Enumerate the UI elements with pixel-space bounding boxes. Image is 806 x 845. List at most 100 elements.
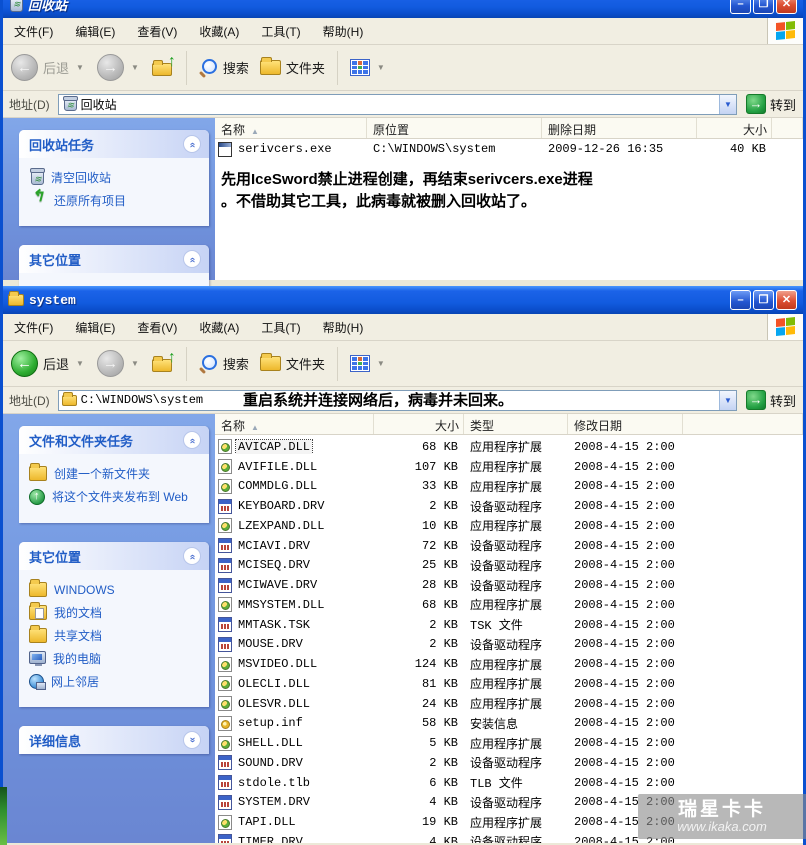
folders-button[interactable]: 文件夹 [256, 56, 329, 79]
panel-header[interactable]: 回收站任务 « [19, 130, 209, 158]
up-button[interactable]: ↑ [148, 53, 178, 78]
panel-header[interactable]: 详细信息 « [19, 726, 209, 754]
table-row[interactable]: MMTASK.TSK 2 KB TSK 文件 2008-4-15 2:00 [215, 615, 803, 635]
folders-icon [259, 353, 281, 371]
up-button[interactable]: ↑ [148, 349, 178, 374]
address-label: 地址(D) [9, 97, 50, 112]
titlebar[interactable]: system – ❐ ✕ [3, 286, 803, 314]
minimize-button[interactable]: – [730, 290, 751, 310]
task-icon [29, 463, 47, 481]
table-row[interactable]: LZEXPAND.DLL 10 KB 应用程序扩展 2008-4-15 2:00 [215, 516, 803, 536]
close-button[interactable]: ✕ [776, 0, 797, 14]
table-row[interactable]: SHELL.DLL 5 KB 应用程序扩展 2008-4-15 2:00 [215, 733, 803, 753]
panel-header[interactable]: 其它位置 « [19, 245, 209, 273]
table-row[interactable]: MSVIDEO.DLL 124 KB 应用程序扩展 2008-4-15 2:00 [215, 654, 803, 674]
column-modified-date[interactable]: 修改日期 [568, 414, 683, 434]
go-button[interactable]: → 转到 [742, 390, 800, 410]
collapse-chevron-icon[interactable]: « [183, 547, 201, 565]
menu-item[interactable]: 工具(T) [250, 18, 311, 44]
search-button[interactable]: 搜索 [195, 352, 253, 375]
file-icon [218, 636, 232, 652]
table-row[interactable]: serivcers.exe C:\WINDOWS\system 2009-12-… [215, 139, 803, 159]
table-row[interactable]: COMMDLG.DLL 33 KB 应用程序扩展 2008-4-15 2:00 [215, 477, 803, 497]
sidebar-task-link[interactable]: 还原所有项目 [29, 190, 203, 208]
column-origin[interactable]: 原位置 [367, 118, 542, 138]
menu-item[interactable]: 收藏(A) [188, 18, 250, 44]
sidebar-task-link[interactable]: 创建一个新文件夹 [29, 463, 203, 481]
column-filler [772, 118, 803, 138]
recycle-bin-icon [10, 0, 23, 12]
sidebar-task-link[interactable]: WINDOWS [29, 579, 203, 597]
address-input[interactable]: C:\WINDOWS\system ▼ [57, 389, 737, 411]
search-button[interactable]: 搜索 [195, 56, 253, 79]
menu-item[interactable]: 文件(F) [3, 18, 64, 44]
system-folder-window: system – ❐ ✕ 文件(F) 编辑(E) 查看(V) 收藏(A) 工具(T) 帮助… [0, 286, 806, 845]
toolbar: ← 后退 ▼ → ▼ ↑ 搜索 文件夹 ▼ [3, 45, 803, 91]
task-pane: 回收站任务 « 清空回收站 还原所有项目 其它位置 « [3, 118, 215, 291]
address-input[interactable]: 回收站 ▼ [57, 93, 737, 115]
table-row[interactable]: AVICAP.DLL 68 KB 应用程序扩展 2008-4-15 2:00 [215, 437, 803, 457]
table-row[interactable]: MMSYSTEM.DLL 68 KB 应用程序扩展 2008-4-15 2:00 [215, 595, 803, 615]
column-name[interactable]: 名称 ▲ [215, 118, 367, 138]
panel-header[interactable]: 文件和文件夹任务 « [19, 426, 209, 454]
column-size[interactable]: 大小 [697, 118, 772, 138]
menu-item[interactable]: 文件(F) [3, 314, 64, 340]
close-button[interactable]: ✕ [776, 290, 797, 310]
menu-item[interactable]: 帮助(H) [312, 18, 375, 44]
back-button[interactable]: ← 后退 ▼ [7, 52, 90, 83]
panel-header[interactable]: 其它位置 « [19, 542, 209, 570]
go-button[interactable]: → 转到 [742, 94, 800, 114]
table-row[interactable]: SOUND.DRV 2 KB 设备驱动程序 2008-4-15 2:00 [215, 753, 803, 773]
menu-item[interactable]: 查看(V) [126, 314, 188, 340]
maximize-button[interactable]: ❐ [753, 0, 774, 14]
table-row[interactable]: KEYBOARD.DRV 2 KB 设备驱动程序 2008-4-15 2:00 [215, 496, 803, 516]
expand-chevron-icon[interactable]: « [183, 731, 201, 749]
menu-item[interactable]: 查看(V) [126, 18, 188, 44]
menu-bar: 文件(F) 编辑(E) 查看(V) 收藏(A) 工具(T) 帮助(H) [3, 18, 803, 45]
menu-item[interactable]: 编辑(E) [64, 18, 126, 44]
views-button[interactable]: ▼ [346, 353, 391, 374]
menu-item[interactable]: 帮助(H) [312, 314, 375, 340]
address-dropdown[interactable]: ▼ [718, 390, 736, 410]
column-type[interactable]: 类型 [464, 414, 568, 434]
column-name[interactable]: 名称 ▲ [215, 414, 374, 434]
sidebar-task-link[interactable]: 将这个文件夹发布到 Web [29, 489, 203, 505]
table-row[interactable]: OLECLI.DLL 81 KB 应用程序扩展 2008-4-15 2:00 [215, 674, 803, 694]
titlebar[interactable]: 回收站 – ❐ ✕ [3, 0, 803, 18]
column-size[interactable]: 大小 [374, 414, 464, 434]
table-row[interactable]: MCISEQ.DRV 25 KB 设备驱动程序 2008-4-15 2:00 [215, 556, 803, 576]
menu-item[interactable]: 收藏(A) [188, 314, 250, 340]
forward-button[interactable]: → ▼ [93, 348, 145, 379]
column-filler [683, 414, 803, 434]
table-row[interactable]: stdole.tlb 6 KB TLB 文件 2008-4-15 2:00 [215, 773, 803, 793]
collapse-chevron-icon[interactable]: « [183, 135, 201, 153]
toolbar: ← 后退 ▼ → ▼ ↑ 搜索 文件夹 ▼ [3, 341, 803, 387]
window-title: system [29, 292, 76, 308]
forward-button[interactable]: → ▼ [93, 52, 145, 83]
views-button[interactable]: ▼ [346, 57, 391, 78]
table-row[interactable]: OLESVR.DLL 24 KB 应用程序扩展 2008-4-15 2:00 [215, 694, 803, 714]
sidebar-task-link[interactable]: 共享文档 [29, 625, 203, 643]
table-row[interactable]: MOUSE.DRV 2 KB 设备驱动程序 2008-4-15 2:00 [215, 635, 803, 655]
file-icon [218, 538, 232, 554]
table-row[interactable]: MCIWAVE.DRV 28 KB 设备驱动程序 2008-4-15 2:00 [215, 575, 803, 595]
address-bar: 地址(D) C:\WINDOWS\system ▼ → 转到 [3, 387, 803, 414]
file-icon [218, 775, 232, 791]
collapse-chevron-icon[interactable]: « [183, 431, 201, 449]
maximize-button[interactable]: ❐ [753, 290, 774, 310]
sidebar-task-link[interactable]: 我的文档 [29, 602, 203, 620]
back-button[interactable]: ← 后退 ▼ [7, 348, 90, 379]
sidebar-task-link[interactable]: 我的电脑 [29, 651, 203, 666]
table-row[interactable]: MCIAVI.DRV 72 KB 设备驱动程序 2008-4-15 2:00 [215, 536, 803, 556]
minimize-button[interactable]: – [730, 0, 751, 14]
sidebar-task-link[interactable]: 网上邻居 [29, 674, 203, 690]
menu-item[interactable]: 工具(T) [250, 314, 311, 340]
address-dropdown[interactable]: ▼ [718, 94, 736, 114]
table-row[interactable]: AVIFILE.DLL 107 KB 应用程序扩展 2008-4-15 2:00 [215, 457, 803, 477]
column-deleted-date[interactable]: 删除日期 [542, 118, 697, 138]
folders-button[interactable]: 文件夹 [256, 352, 329, 375]
collapse-chevron-icon[interactable]: « [183, 250, 201, 268]
sidebar-task-link[interactable]: 清空回收站 [29, 168, 203, 186]
menu-item[interactable]: 编辑(E) [64, 314, 126, 340]
table-row[interactable]: setup.inf 58 KB 安装信息 2008-4-15 2:00 [215, 714, 803, 734]
